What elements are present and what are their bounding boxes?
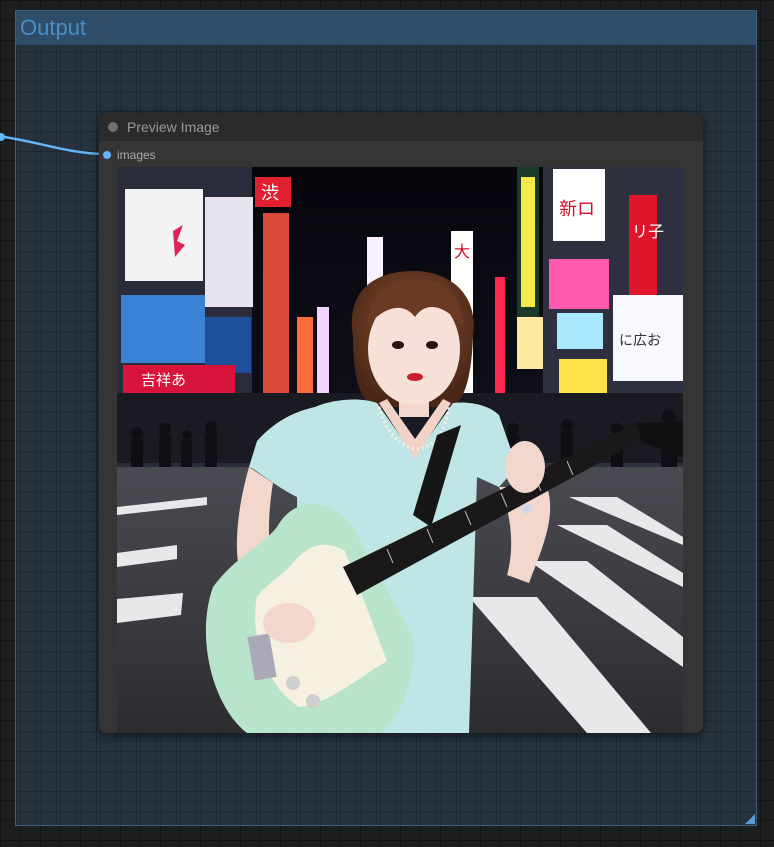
billboard-pink: [205, 197, 253, 307]
sign-right-red-text: リ子: [632, 222, 664, 241]
fretting-hand: [505, 441, 545, 493]
sign-red-right: [629, 195, 657, 299]
preview-image-node[interactable]: Preview Image images 吉祥あ 渋 大 新ロ リ子 に広お: [99, 113, 703, 733]
sign-top-text: 渋: [261, 183, 279, 204]
node-header[interactable]: Preview Image: [99, 113, 703, 141]
images-input-slot[interactable]: [103, 151, 111, 159]
images-slot-label: images: [117, 148, 156, 162]
sign-left-text: 吉祥あ: [141, 371, 186, 389]
collapse-dot[interactable]: [108, 122, 118, 132]
billboard-white-left: [125, 189, 203, 281]
output-slot-dot: [0, 133, 5, 141]
preview-image-canvas: 吉祥あ 渋 大 新ロ リ子 に広お: [117, 167, 683, 733]
screen-blue: [121, 295, 205, 363]
node-title: Preview Image: [127, 119, 220, 135]
strumming-hand: [263, 603, 315, 643]
sign-center-text: 大: [454, 242, 470, 261]
sign-right-white-text: 新ロ: [559, 199, 595, 220]
sign-right-bottom-text: に広お: [619, 333, 661, 349]
preview-image[interactable]: 吉祥あ 渋 大 新ロ リ子 に広お: [117, 167, 683, 733]
